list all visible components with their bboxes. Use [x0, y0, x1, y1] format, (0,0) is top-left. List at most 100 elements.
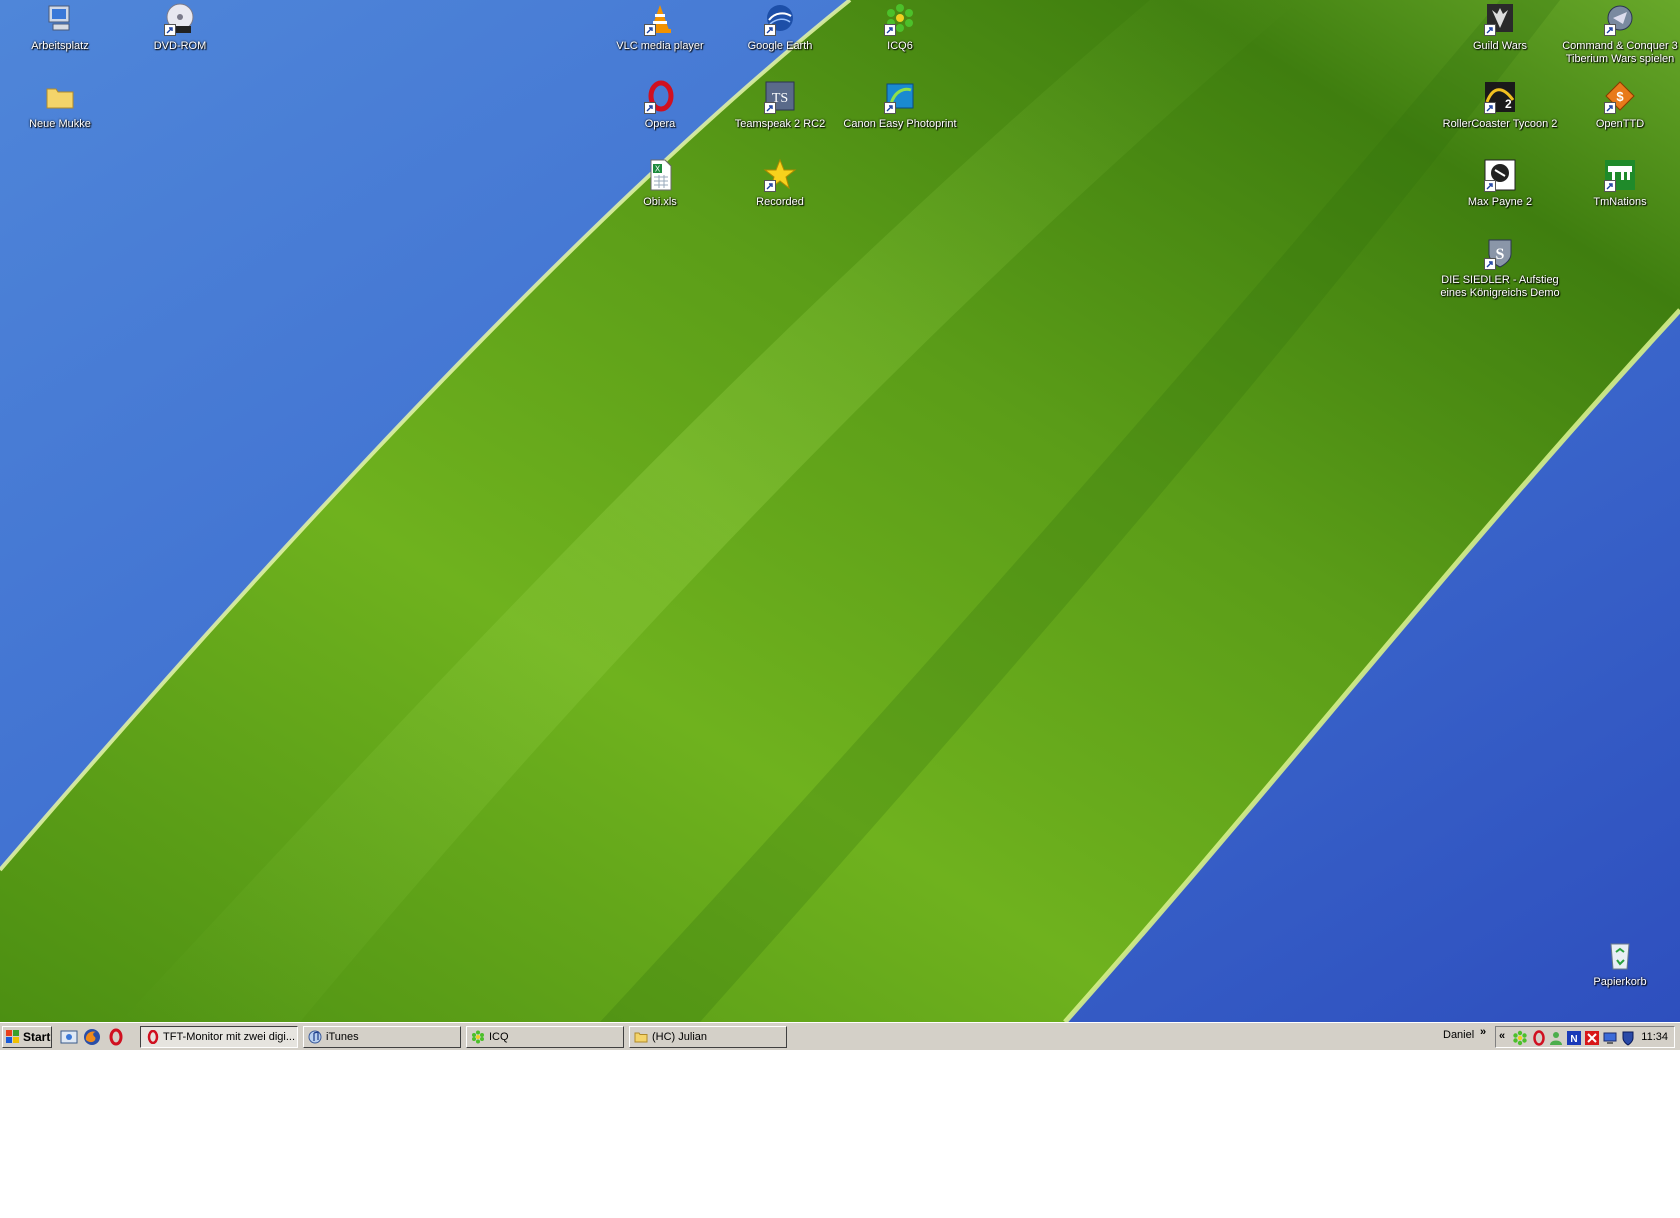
antivirus-tray-icon[interactable]	[1584, 1030, 1600, 1046]
opera-icon	[145, 1030, 159, 1044]
icon-label: DVD-ROM	[153, 40, 207, 52]
opera-icon	[643, 80, 677, 114]
desktop-icon-guild-wars[interactable]: Guild Wars	[1440, 2, 1560, 53]
icq-flower-icon	[883, 2, 917, 36]
desktop-icon-command-conquer-3[interactable]: Command & Conquer 3 Tiberium Wars spiele…	[1560, 2, 1680, 66]
svg-text:N: N	[1570, 1034, 1577, 1045]
taskbar-button-opera-window[interactable]: TFT-Monitor mit zwei digi...	[140, 1026, 298, 1048]
teamspeak-icon: TS	[763, 80, 797, 114]
shortcut-arrow-icon	[1604, 24, 1616, 36]
desktop-screen: Arbeitsplatz DVD-ROM Neue Mukke VLC medi…	[0, 0, 1680, 1050]
max-payne-icon	[1483, 158, 1517, 192]
shortcut-arrow-icon	[1604, 180, 1616, 192]
openttd-icon: $	[1603, 80, 1637, 114]
icon-label: Command & Conquer 3 Tiberium Wars spiele…	[1562, 40, 1678, 65]
desktop-icon-vlc[interactable]: VLC media player	[600, 2, 720, 53]
task-label: (HC) Julian	[652, 1031, 708, 1043]
opera-icon[interactable]	[106, 1028, 124, 1046]
icon-label: Recorded	[756, 196, 804, 208]
shortcut-arrow-icon	[1484, 102, 1496, 114]
desktop-icon-obi-xls[interactable]: X Obi.xls	[600, 158, 720, 209]
task-label: iTunes	[326, 1031, 359, 1043]
desktop-icon-opera[interactable]: Opera	[600, 80, 720, 131]
desktop-icon-arbeitsplatz[interactable]: Arbeitsplatz	[0, 2, 120, 53]
windows-logo-icon	[6, 1030, 20, 1044]
shortcut-arrow-icon	[764, 24, 776, 36]
icon-label: DIE SIEDLER - Aufstieg eines Königreichs…	[1440, 274, 1560, 299]
tmnations-icon	[1603, 158, 1637, 192]
task-label: ICQ	[489, 1031, 509, 1043]
desktop-icon-rollercoaster-tycoon-2[interactable]: 2 RollerCoaster Tycoon 2	[1440, 80, 1560, 131]
contacts-tray-icon[interactable]	[1548, 1030, 1564, 1046]
clock[interactable]: 11:34	[1641, 1031, 1668, 1043]
shortcut-arrow-icon	[1484, 258, 1496, 270]
desktop-icon-neue-mukke[interactable]: Neue Mukke	[0, 80, 120, 131]
shortcut-arrow-icon	[1484, 24, 1496, 36]
desktop-icon-teamspeak[interactable]: TS Teamspeak 2 RC2	[720, 80, 840, 131]
svg-text:X: X	[655, 165, 661, 174]
desktop-icon-openttd[interactable]: $ OpenTTD	[1560, 80, 1680, 131]
desktop-icon-canon-easy-photoprint[interactable]: Canon Easy Photoprint	[840, 80, 960, 131]
desktop-icon-max-payne-2[interactable]: Max Payne 2	[1440, 158, 1560, 209]
shortcut-arrow-icon	[1484, 180, 1496, 192]
icq-tray-icon[interactable]	[1512, 1030, 1528, 1046]
taskbar: Start TFT-Monitor mit zwei digi... iTune…	[0, 1022, 1680, 1050]
taskbar-button-hc-julian[interactable]: (HC) Julian	[629, 1026, 787, 1048]
cnc3-icon	[1603, 2, 1637, 36]
folder-icon	[634, 1030, 648, 1044]
desktop-icon-dvd-rom[interactable]: DVD-ROM	[120, 2, 240, 53]
desktop-icon-die-siedler[interactable]: S DIE SIEDLER - Aufstieg eines Königreic…	[1440, 236, 1560, 300]
icon-label: Google Earth	[747, 40, 813, 52]
network-tray-icon[interactable]: N	[1566, 1030, 1582, 1046]
show-desktop-icon[interactable]	[60, 1028, 78, 1046]
tray-collapse-button[interactable]: «	[1499, 1030, 1505, 1042]
icq-flower-icon	[471, 1030, 485, 1044]
system-tray: « N 11:34	[1495, 1026, 1675, 1048]
google-earth-icon	[763, 2, 797, 36]
icon-label: ICQ6	[887, 40, 913, 52]
taskbar-button-itunes[interactable]: iTunes	[303, 1026, 461, 1048]
shortcut-arrow-icon	[644, 24, 656, 36]
icon-label: Max Payne 2	[1467, 196, 1533, 208]
guild-wars-icon	[1483, 2, 1517, 36]
shortcut-arrow-icon	[884, 24, 896, 36]
shortcut-arrow-icon	[164, 24, 176, 36]
desktop-icon-google-earth[interactable]: Google Earth	[720, 2, 840, 53]
icon-label: TmNations	[1593, 196, 1647, 208]
start-button[interactable]: Start	[2, 1026, 52, 1048]
svg-text:S: S	[1496, 246, 1505, 263]
icon-label: Arbeitsplatz	[31, 40, 89, 52]
shortcut-arrow-icon	[764, 180, 776, 192]
folder-icon	[43, 80, 77, 114]
shortcut-arrow-icon	[764, 102, 776, 114]
rct2-icon: 2	[1483, 80, 1517, 114]
user-label: Daniel	[1443, 1029, 1475, 1041]
wallpaper	[0, 0, 1680, 1022]
icon-label: OpenTTD	[1595, 118, 1645, 130]
start-label: Start	[23, 1030, 51, 1044]
svg-text:$: $	[1616, 89, 1624, 104]
icon-label: Teamspeak 2 RC2	[734, 118, 826, 130]
desktop-icon-icq6[interactable]: ICQ6	[840, 2, 960, 53]
shortcut-arrow-icon	[1604, 102, 1616, 114]
icon-label: Opera	[644, 118, 676, 130]
desktop-icon-tmnations[interactable]: TmNations	[1560, 158, 1680, 209]
taskbar-button-icq[interactable]: ICQ	[466, 1026, 624, 1048]
shield-tray-icon[interactable]	[1620, 1030, 1636, 1046]
task-label: TFT-Monitor mit zwei digi...	[163, 1031, 296, 1043]
my-computer-icon	[43, 2, 77, 36]
itunes-icon	[308, 1030, 322, 1044]
svg-text:2: 2	[1505, 97, 1512, 111]
desktop-icon-recorded[interactable]: Recorded	[720, 158, 840, 209]
star-icon	[763, 158, 797, 192]
shortcut-arrow-icon	[884, 102, 896, 114]
icon-label: RollerCoaster Tycoon 2	[1442, 118, 1558, 130]
excel-file-icon: X	[643, 158, 677, 192]
siedler-icon: S	[1483, 236, 1517, 270]
toolbar-more-chevron[interactable]: »	[1480, 1026, 1486, 1038]
desktop-icon-papierkorb[interactable]: Papierkorb	[1560, 938, 1680, 989]
icon-label: Canon Easy Photoprint	[843, 118, 957, 130]
firefox-icon[interactable]	[83, 1028, 101, 1046]
opera-tray-icon[interactable]	[1530, 1030, 1546, 1046]
monitor-tray-icon[interactable]	[1602, 1030, 1618, 1046]
